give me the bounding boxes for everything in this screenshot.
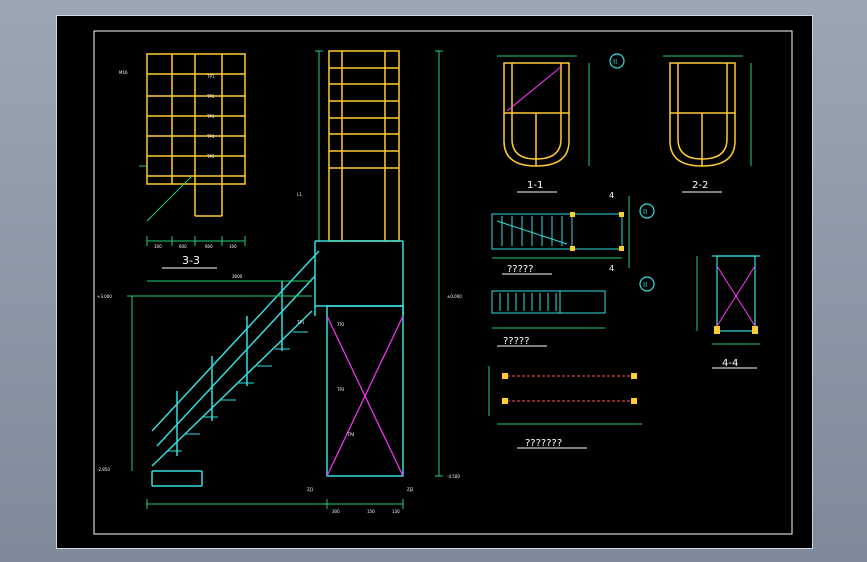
callout-zj2: ZJ2	[407, 487, 414, 492]
drawing-sheet: M16 TP1 TP2 TP3 TP4 TP5 100 600 600 100 …	[56, 15, 813, 549]
plan-b-marker: II	[643, 281, 647, 289]
drawing-frame	[93, 30, 793, 535]
section-1-1-title: 1-1	[527, 180, 543, 191]
plan-b-title: ?????	[503, 336, 530, 347]
callout-tp4-side: TP4	[346, 432, 355, 437]
callout-tp2-side: TP2	[336, 322, 345, 327]
callout-tp1-side: TP1	[296, 320, 305, 325]
dim-3: 600	[205, 244, 213, 249]
plan-c-posts	[502, 373, 637, 404]
plan-a-marker-top: 4	[609, 191, 614, 200]
section-3-3	[146, 53, 246, 217]
tower-lower	[314, 240, 404, 477]
section-1-1	[503, 62, 570, 167]
tower-bracing	[326, 315, 404, 477]
section-4-4	[712, 255, 760, 332]
section-1-1-brace	[506, 65, 563, 112]
cad-drawing: M16 TP1 TP2 TP3 TP4 TP5 100 600 600 100 …	[93, 30, 793, 535]
callout-tp3-side: TP3	[336, 387, 345, 392]
section-4-4-bracing	[716, 265, 756, 327]
plan-a-posts	[570, 212, 624, 251]
section-3-3-title: 3-3	[182, 254, 200, 267]
plan-a-title: ?????	[507, 264, 534, 275]
dim-150: 150	[367, 509, 375, 514]
plan-c	[502, 375, 637, 402]
section-3-3-diag	[139, 165, 246, 246]
section-1-1-dims	[497, 55, 590, 166]
plan-c-title: ???????	[525, 438, 562, 449]
tower-upper-dim	[315, 50, 443, 477]
tower-upper	[328, 50, 400, 242]
level-zero: ±0.000	[447, 294, 462, 299]
plan-a-marker-bottom: 4	[609, 264, 614, 273]
level-minus-4500: -4.500	[447, 474, 460, 479]
callout-tp2: TP2	[206, 94, 215, 99]
plan-a-dims	[492, 196, 630, 268]
section-2-2	[669, 62, 736, 167]
level-plus-3000: +3.000	[97, 294, 112, 299]
callout-tp4: TP4	[206, 134, 215, 139]
callout-tp3: TP3	[206, 114, 215, 119]
callout-l1: L1	[297, 192, 302, 197]
callout-zj1: ZJ1	[307, 487, 314, 492]
section-1-1-marker: II	[613, 58, 617, 66]
stair-dims	[127, 280, 404, 509]
callout-tp5: TP5	[206, 154, 215, 159]
section-4-4-title: 4-4	[722, 358, 738, 369]
dim-4: 100	[229, 244, 237, 249]
level-minus-2850: -2.850	[97, 467, 110, 472]
plan-b	[491, 290, 606, 314]
section-2-2-title: 2-2	[692, 180, 708, 191]
plan-c-dims	[488, 366, 642, 425]
callout-tp1: TP1	[206, 74, 215, 79]
dim-3000: 3000	[232, 274, 243, 279]
section-4-4-posts	[714, 326, 758, 334]
section-2-2-dims	[663, 55, 752, 166]
dim-300: 300	[332, 509, 340, 514]
section-3-3-notes: M16 TP1 TP2 TP3 TP4 TP5 100 600 600 100	[119, 70, 237, 249]
dim-130: 130	[392, 509, 400, 514]
dim-1: 100	[154, 244, 162, 249]
plan-a	[491, 213, 623, 250]
dim-2: 600	[179, 244, 187, 249]
section-3-3-label: M16	[119, 70, 128, 75]
plan-a-marker: II	[643, 208, 647, 216]
